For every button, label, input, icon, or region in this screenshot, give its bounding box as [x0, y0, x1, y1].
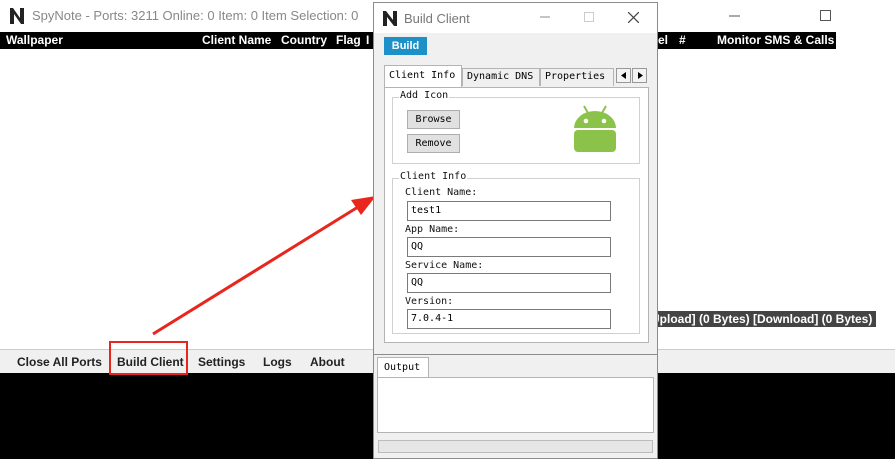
tab-scroll-left[interactable] — [616, 68, 631, 83]
maximize-icon — [584, 12, 594, 22]
transfer-status: Upload] (0 Bytes) [Download] (0 Bytes) — [651, 311, 877, 327]
chevron-right-icon — [637, 72, 643, 79]
tab-client-info[interactable]: Client Info — [384, 65, 462, 87]
android-icon — [574, 105, 616, 152]
minimize-icon — [728, 15, 740, 17]
dialog-minimize-button[interactable] — [525, 3, 565, 33]
column-wallpaper[interactable]: Wallpaper — [6, 33, 63, 47]
dialog-tabstrip: Client Info Dynamic DNS Properties — [384, 65, 649, 87]
version-label: Version: — [405, 296, 454, 307]
tab-properties[interactable]: Properties — [540, 68, 614, 86]
maximize-button[interactable] — [802, 2, 848, 30]
column-monitor-sms-calls[interactable]: Monitor SMS & Calls — [717, 33, 834, 47]
add-icon-title: Add Icon — [399, 90, 450, 101]
column-model-partial[interactable]: el — [658, 33, 668, 47]
client-name-input[interactable]: test1 — [407, 201, 611, 221]
tab-scroll-right[interactable] — [632, 68, 647, 83]
minimize-icon — [540, 16, 550, 18]
service-name-label: Service Name: — [405, 260, 484, 271]
browse-button[interactable]: Browse — [407, 110, 460, 129]
app-name-label: App Name: — [405, 224, 460, 235]
dialog-title: Build Client — [404, 11, 470, 26]
column-country[interactable]: Country — [281, 33, 327, 47]
column-client-name[interactable]: Client Name — [202, 33, 271, 47]
annotation-highlight-box — [109, 341, 188, 375]
output-panel: Output — [374, 354, 657, 434]
client-name-label: Client Name: — [405, 187, 478, 198]
minimize-button[interactable] — [711, 2, 757, 30]
column-flag[interactable]: Flag — [336, 33, 361, 47]
build-client-dialog: Build Client Build Client Info Dynamic D… — [373, 2, 658, 459]
output-log[interactable] — [377, 377, 654, 433]
build-button[interactable]: Build — [384, 37, 427, 55]
spynote-logo-icon — [10, 8, 24, 24]
spynote-logo-icon — [383, 11, 397, 26]
menu-settings[interactable]: Settings — [198, 355, 245, 369]
client-info-group: Client Info Client Name: test1 App Name:… — [392, 171, 640, 334]
dialog-titlebar: Build Client — [374, 3, 657, 33]
window-title: SpyNote - Ports: 3211 Online: 0 Item: 0 … — [32, 8, 359, 23]
menu-logs[interactable]: Logs — [263, 355, 292, 369]
column-number[interactable]: # — [679, 33, 686, 47]
tab-output[interactable]: Output — [377, 357, 429, 378]
chevron-left-icon — [620, 72, 626, 79]
dialog-maximize-button[interactable] — [569, 3, 609, 33]
add-icon-group: Add Icon Browse Remove — [392, 90, 640, 164]
remove-button[interactable]: Remove — [407, 134, 460, 153]
client-info-panel: Add Icon Browse Remove Client Info Clien… — [384, 87, 649, 343]
menu-close-all-ports[interactable]: Close All Ports — [17, 355, 102, 369]
tab-dynamic-dns[interactable]: Dynamic DNS — [462, 68, 540, 86]
column-partial[interactable]: I — [366, 33, 369, 47]
maximize-icon — [819, 10, 831, 21]
version-input[interactable]: 7.0.4-1 — [407, 309, 611, 329]
app-name-input[interactable]: QQ — [407, 237, 611, 257]
menu-about[interactable]: About — [310, 355, 345, 369]
dialog-close-button[interactable] — [613, 3, 653, 33]
close-icon — [627, 11, 639, 24]
build-progress-bar — [378, 440, 653, 453]
service-name-input[interactable]: QQ — [407, 273, 611, 293]
client-info-title: Client Info — [399, 171, 468, 182]
